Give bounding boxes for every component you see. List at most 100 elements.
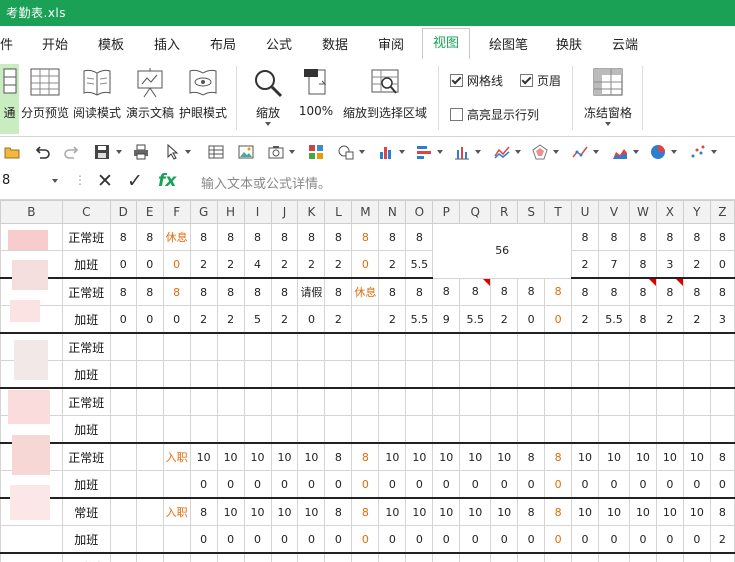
table-cell[interactable] [189,360,218,389]
table-cell[interactable]: 8 [709,442,735,471]
merged-cell[interactable]: 56 [432,223,573,279]
table-cell[interactable]: 0 [709,250,735,279]
column-header[interactable]: J [270,200,299,224]
column-header[interactable]: Z [709,200,735,224]
table-cell[interactable]: 3 [709,305,735,334]
table-cell[interactable]: 0 [655,470,684,499]
table-cell[interactable]: 8 [571,223,600,251]
table-cell[interactable]: 0 [432,525,461,554]
table-cell[interactable] [297,360,326,389]
table-cell[interactable]: 4 [243,250,272,279]
table-cell[interactable]: 10 [216,497,245,526]
table-cell[interactable] [459,415,492,444]
table-cell[interactable]: 8 [709,497,735,526]
table-cell[interactable]: 10 [459,442,492,471]
table-cell[interactable] [517,387,546,416]
table-cell[interactable] [628,360,657,389]
table-cell[interactable] [405,332,434,361]
table-cell[interactable] [109,470,137,499]
table-cell[interactable]: 8 [216,277,245,306]
table-cell[interactable] [709,387,735,416]
table-cell[interactable] [162,415,191,444]
table-cell[interactable]: 8 [628,250,657,279]
chevron-down-icon[interactable] [185,150,191,154]
column-header[interactable]: G [189,200,218,224]
table-cell[interactable] [243,552,272,562]
column-header[interactable]: T [544,200,573,224]
column-header[interactable]: O [405,200,434,224]
table-cell[interactable] [459,360,492,389]
table-cell[interactable] [109,332,137,361]
table-cell[interactable]: 8 [405,223,434,251]
table-cell[interactable]: 8 [517,497,546,526]
table-cell[interactable]: 0 [459,470,492,499]
table-cell[interactable]: 入职 [162,497,191,526]
table-cell[interactable] [135,387,164,416]
table-cell[interactable] [459,387,492,416]
chevron-down-icon[interactable] [52,179,58,183]
table-cell[interactable]: 10 [682,442,711,471]
cancel-icon[interactable]: ✕ [97,170,113,192]
table-cell[interactable]: 0 [109,305,137,334]
column-header[interactable]: S [517,200,546,224]
table-cell[interactable] [189,387,218,416]
table-cell[interactable] [162,470,191,499]
table-cell[interactable]: 0 [324,525,353,554]
table-cell[interactable]: 0 [297,305,326,334]
table-cell[interactable]: 8 [544,497,573,526]
column-header[interactable]: W [628,200,657,224]
reading-mode-button[interactable]: 阅读模式 [71,64,123,134]
table-cell[interactable]: 10 [432,552,461,562]
table-cell[interactable]: 0 [216,470,245,499]
table-cell[interactable]: 10 [216,442,245,471]
table-cell[interactable]: 10 [598,497,630,526]
table-cell[interactable]: 10 [655,552,684,562]
table-cell[interactable] [655,387,684,416]
table-cell[interactable]: 0 [378,525,407,554]
table-cell[interactable] [109,442,137,471]
table-cell[interactable]: 8 [135,277,164,306]
table-cell[interactable] [432,332,461,361]
column-header[interactable]: U [571,200,600,224]
table-cell[interactable] [324,552,353,562]
table-cell[interactable]: 8 [324,442,353,471]
table-cell[interactable] [109,387,137,416]
menu-item-formula[interactable]: 公式 [266,34,292,53]
table-cell[interactable]: 0 [544,470,573,499]
table-cell[interactable]: 8 [378,223,407,251]
table-cell[interactable]: 0 [682,525,711,554]
table-cell[interactable]: 10 [405,442,434,471]
table-cell[interactable]: 0 [189,470,218,499]
shift-type-cell[interactable]: 加班 [61,305,111,334]
table-cell[interactable] [135,552,164,562]
table-cell[interactable]: 8 [571,277,600,306]
table-cell[interactable] [351,415,380,444]
table-cell[interactable]: 10 [598,552,630,562]
chevron-down-icon[interactable] [711,150,717,154]
table-cell[interactable]: 8 [682,223,711,251]
open-folder-icon[interactable] [4,144,20,160]
table-cell[interactable]: 8 [351,223,380,251]
name-box[interactable]: 8 [2,173,10,188]
zoom-100-button[interactable]: 100% [296,64,336,134]
shift-type-cell[interactable]: 正常班 [61,277,111,306]
table-cell[interactable] [351,332,380,361]
table-cell[interactable]: 8 [628,223,657,251]
table-cell[interactable] [628,415,657,444]
area-chart-icon[interactable] [612,144,628,160]
menu-item-draw[interactable]: 绘图笔 [489,34,528,53]
shift-type-cell[interactable]: 加班 [61,525,111,554]
table-cell[interactable]: 8 [544,277,573,306]
table-cell[interactable]: 8 [432,277,461,306]
table-cell[interactable] [297,387,326,416]
table-cell[interactable] [270,332,299,361]
freeze-panes-button[interactable]: 冻结窗格 [580,64,636,134]
menu-item-insert[interactable]: 插入 [154,34,180,53]
table-cell[interactable]: 10 [598,442,630,471]
chevron-down-icon[interactable] [116,150,122,154]
table-cell[interactable]: 7 [598,250,630,279]
table-cell[interactable] [405,360,434,389]
table-cell[interactable] [109,552,137,562]
chevron-down-icon[interactable] [399,150,405,154]
table-cell[interactable] [243,415,272,444]
